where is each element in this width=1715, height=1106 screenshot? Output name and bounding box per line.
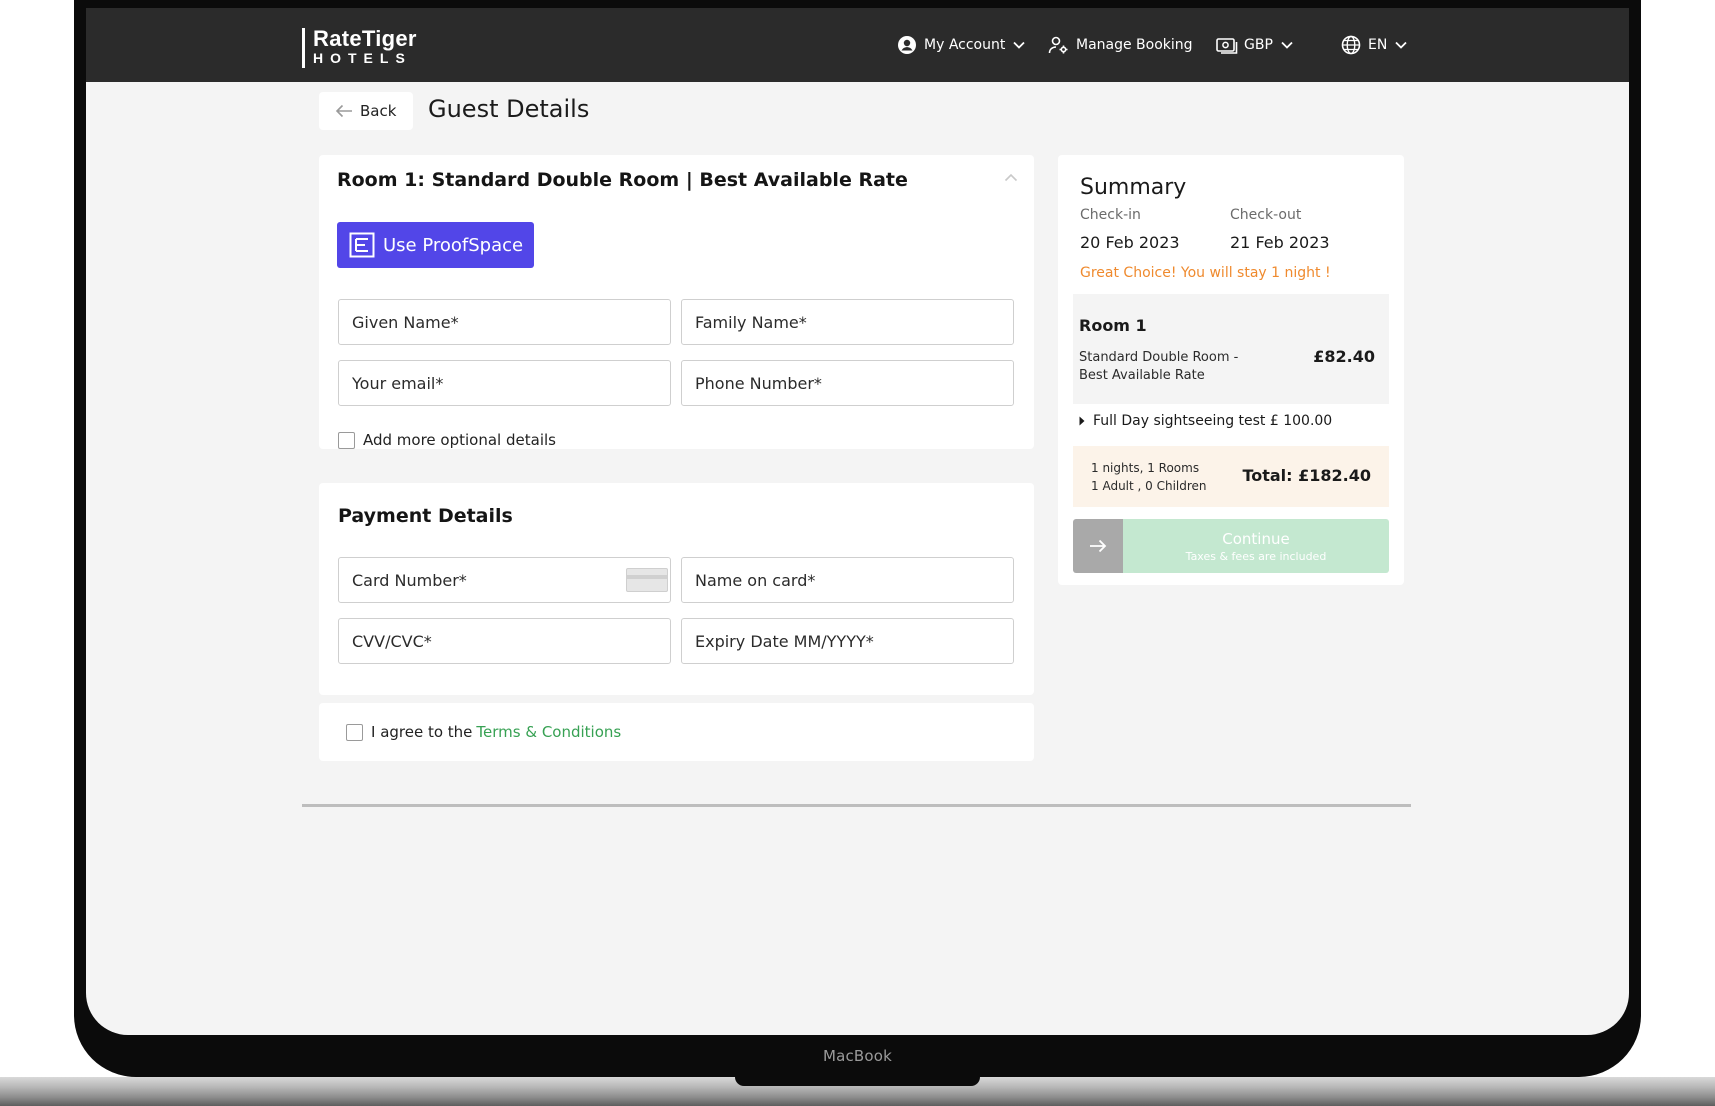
checkin-date: 20 Feb 2023: [1080, 233, 1180, 252]
summary-title: Summary: [1080, 175, 1187, 200]
room-summary-title: Room 1: [1079, 316, 1147, 335]
manage-booking-label: Manage Booking: [1076, 37, 1193, 53]
chevron-down-icon: [1395, 41, 1407, 49]
card-number-field[interactable]: [338, 557, 671, 603]
expiry-date-input[interactable]: [682, 619, 1013, 663]
cvv-input[interactable]: [339, 619, 670, 663]
page-title: Guest Details: [428, 95, 590, 123]
stay-guests: 1 Adult , 0 Children: [1091, 479, 1207, 493]
family-name-input[interactable]: [682, 300, 1013, 344]
caret-right-icon: [1079, 416, 1085, 426]
checkout-date: 21 Feb 2023: [1230, 233, 1330, 252]
language-label: EN: [1368, 37, 1388, 53]
email-input[interactable]: [339, 361, 670, 405]
use-proofspace-label: Use ProofSpace: [383, 234, 524, 256]
expiry-date-field[interactable]: [681, 618, 1014, 664]
use-proofspace-button[interactable]: Use ProofSpace: [337, 222, 534, 268]
my-account-menu[interactable]: My Account: [896, 8, 1025, 82]
laptop-notch: [735, 1077, 980, 1086]
name-on-card-input[interactable]: [682, 558, 1013, 602]
back-button[interactable]: Back: [319, 92, 413, 130]
stay-nights-rooms: 1 nights, 1 Rooms: [1091, 461, 1200, 475]
chevron-up-icon[interactable]: [1004, 173, 1018, 182]
logo-text-top: RateTiger: [313, 26, 417, 51]
room-title: Room 1: Standard Double Room | Best Avai…: [337, 169, 908, 191]
logo[interactable]: RateTiger HOTELS: [302, 28, 417, 68]
currency-label: GBP: [1244, 37, 1273, 53]
phone-number-input[interactable]: [682, 361, 1013, 405]
email-field[interactable]: [338, 360, 671, 406]
money-icon: [1216, 34, 1238, 56]
continue-button-body: Continue Taxes & fees are included: [1123, 519, 1389, 573]
arrow-left-icon: [335, 104, 353, 118]
proofspace-icon: [349, 232, 375, 258]
total-box: 1 nights, 1 Rooms 1 Adult , 0 Children T…: [1073, 446, 1389, 507]
stay-note: Great Choice! You will stay 1 night !: [1080, 265, 1331, 281]
payment-details-title: Payment Details: [338, 505, 513, 527]
continue-button[interactable]: Continue Taxes & fees are included: [1073, 519, 1389, 573]
stay-details: 1 nights, 1 Rooms 1 Adult , 0 Children: [1091, 459, 1207, 495]
checkout-label: Check-out: [1230, 207, 1302, 223]
payment-details-card: Payment Details: [319, 483, 1034, 695]
language-selector[interactable]: EN: [1340, 8, 1407, 82]
terms-prefix: I agree to the: [371, 723, 473, 741]
terms-checkbox[interactable]: [346, 723, 363, 741]
screen: RateTiger HOTELS My Account Manage Booki…: [86, 8, 1629, 1035]
name-on-card-field[interactable]: [681, 557, 1014, 603]
booking-summary: Summary Check-in Check-out 20 Feb 2023 2…: [1058, 155, 1404, 585]
optional-details-checkbox[interactable]: [338, 431, 355, 449]
checkin-label: Check-in: [1080, 207, 1141, 223]
chevron-down-icon: [1281, 41, 1293, 49]
top-navigation-bar: RateTiger HOTELS My Account Manage Booki…: [86, 8, 1629, 82]
given-name-field[interactable]: [338, 299, 671, 345]
continue-label: Continue: [1222, 529, 1290, 548]
continue-subtext: Taxes & fees are included: [1185, 549, 1327, 563]
user-settings-icon: [1048, 34, 1070, 56]
manage-booking-link[interactable]: Manage Booking: [1048, 8, 1193, 82]
optional-details-label: Add more optional details: [363, 431, 556, 449]
terms-card: I agree to the Terms & Conditions: [319, 703, 1034, 761]
laptop-brand-label: MacBook: [822, 1047, 893, 1065]
logo-text-bottom: HOTELS: [313, 50, 412, 66]
account-icon: [896, 34, 918, 56]
laptop-mockup: MacBook RateTiger HOTELS My Account Mana…: [0, 0, 1715, 1106]
currency-selector[interactable]: GBP: [1216, 8, 1293, 82]
terms-agreement[interactable]: I agree to the Terms & Conditions: [346, 723, 621, 741]
room-summary-description: Standard Double Room - Best Available Ra…: [1079, 350, 1239, 383]
extra-service-toggle[interactable]: Full Day sightseeing test £ 100.00: [1079, 413, 1332, 429]
optional-details-toggle[interactable]: Add more optional details: [338, 431, 556, 449]
terms-link[interactable]: Terms & Conditions: [476, 723, 621, 741]
extra-service-label: Full Day sightseeing test £ 100.00: [1093, 413, 1333, 429]
my-account-label: My Account: [924, 37, 1006, 53]
phone-number-field[interactable]: [681, 360, 1014, 406]
chevron-down-icon: [1013, 41, 1025, 49]
given-name-input[interactable]: [339, 300, 670, 344]
footer-divider: [302, 804, 1411, 807]
room-summary-price: £82.40: [1313, 347, 1375, 366]
cvv-field[interactable]: [338, 618, 671, 664]
guest-details-card: Room 1: Standard Double Room | Best Avai…: [319, 155, 1034, 449]
room-summary: Room 1 Standard Double Room - Best Avail…: [1073, 294, 1389, 404]
arrow-right-icon: [1073, 519, 1123, 573]
globe-icon: [1340, 34, 1362, 56]
back-label: Back: [360, 102, 397, 120]
card-number-input[interactable]: [339, 558, 670, 602]
total-amount: Total: £182.40: [1242, 466, 1371, 485]
family-name-field[interactable]: [681, 299, 1014, 345]
credit-card-icon: [626, 568, 668, 592]
